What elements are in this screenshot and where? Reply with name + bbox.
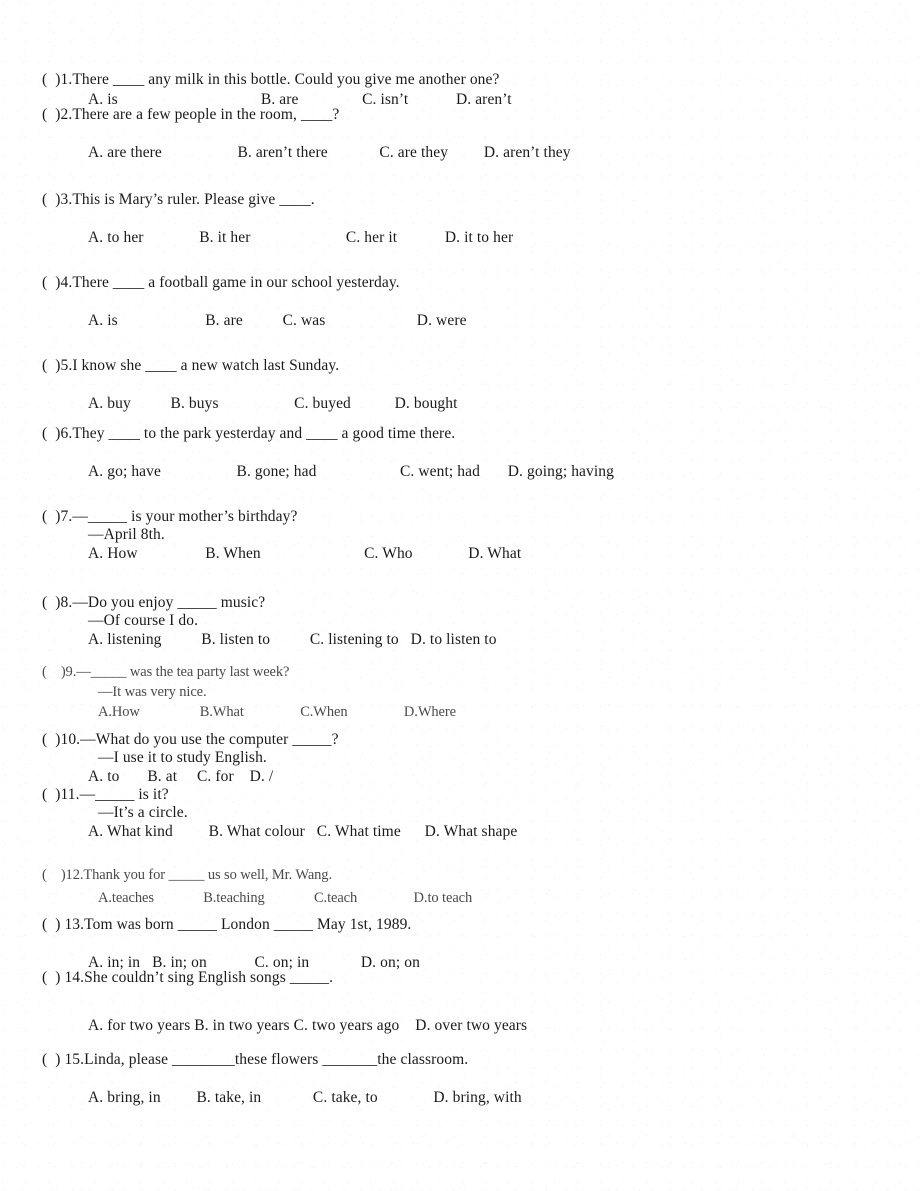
question-block-4: ( )4.There ____ a football game in our s… — [0, 274, 920, 330]
question-options-10: A. to B. at C. for D. / — [88, 767, 274, 785]
question-options-12: A.teaches B.teaching C.teach D.to teach — [98, 890, 473, 907]
question-marker-15: ( ) 15. — [42, 1051, 85, 1068]
question-options-3: A. to her B. it her C. her it D. it to h… — [88, 229, 514, 247]
question-text-7: —_____ is your mother’s birthday? — [72, 508, 298, 525]
question-stem-8: ( )8.—Do you enjoy _____ music? — [0, 594, 920, 611]
question-marker-7: ( )7. — [42, 508, 73, 525]
question-options-9: A.How B.What C.When D.Where — [98, 704, 456, 721]
worksheet-page: ( )1.There ____ any milk in this bottle.… — [0, 0, 920, 1191]
question-stem-6: ( )6.They ____ to the park yesterday and… — [0, 425, 920, 442]
question-block-5: ( )5.I know she ____ a new watch last Su… — [0, 357, 920, 413]
question-text-4: There ____ a football game in our school… — [72, 274, 400, 291]
question-text-1: There ____ any milk in this bottle. Coul… — [72, 71, 500, 88]
question-stem-1: ( )1.There ____ any milk in this bottle.… — [0, 71, 920, 88]
question-marker-4: ( )4. — [42, 274, 73, 291]
question-stem-2: ( )2.There are a few people in the room,… — [0, 106, 920, 123]
question-block-10: ( )10.—What do you use the computer ____… — [0, 731, 920, 785]
question-text-6: They ____ to the park yesterday and ____… — [72, 425, 456, 442]
question-reply-9: —It was very nice. — [98, 684, 207, 701]
question-stem-4: ( )4.There ____ a football game in our s… — [0, 274, 920, 291]
question-text-8: —Do you enjoy _____ music? — [72, 594, 266, 611]
question-block-1: ( )1.There ____ any milk in this bottle.… — [0, 71, 920, 109]
question-block-13: ( ) 13.Tom was born _____ London _____ M… — [0, 916, 920, 972]
question-stem-15: ( ) 15.Linda, please ________these flowe… — [0, 1051, 920, 1068]
question-block-12: ( )12.Thank you for _____ us so well, Mr… — [0, 867, 920, 907]
question-marker-3: ( )3. — [42, 191, 73, 208]
question-marker-2: ( )2. — [42, 106, 73, 123]
question-marker-13: ( ) 13. — [42, 916, 85, 933]
question-options-14: A. for two years B. in two years C. two … — [88, 1017, 528, 1035]
question-options-11: A. What kind B. What colour C. What time… — [88, 822, 518, 840]
question-marker-1: ( )1. — [42, 71, 73, 88]
question-block-2: ( )2.There are a few people in the room,… — [0, 106, 920, 162]
question-reply-10: —I use it to study English. — [98, 749, 267, 767]
question-block-14: ( ) 14.She couldn’t sing English songs _… — [0, 969, 920, 1035]
question-text-9: —_____ was the tea party last week? — [76, 664, 290, 680]
question-marker-5: ( )5. — [42, 357, 73, 374]
question-stem-12: ( )12.Thank you for _____ us so well, Mr… — [0, 867, 920, 883]
question-stem-5: ( )5.I know she ____ a new watch last Su… — [0, 357, 920, 374]
question-text-11: —_____ is it? — [79, 786, 169, 803]
question-stem-13: ( ) 13.Tom was born _____ London _____ M… — [0, 916, 920, 933]
question-text-13: Tom was born _____ London _____ May 1st,… — [84, 916, 412, 933]
question-stem-14: ( ) 14.She couldn’t sing English songs _… — [0, 969, 920, 986]
question-text-14: She couldn’t sing English songs _____. — [84, 969, 334, 986]
question-reply-7: —April 8th. — [88, 526, 165, 544]
question-marker-10: ( )10. — [42, 731, 81, 748]
question-options-15: A. bring, in B. take, in C. take, to D. … — [88, 1089, 522, 1107]
question-options-4: A. is B. are C. was D. were — [88, 312, 467, 330]
question-marker-8: ( )8. — [42, 594, 73, 611]
question-block-3: ( )3.This is Mary’s ruler. Please give _… — [0, 191, 920, 247]
question-stem-7: ( )7.—_____ is your mother’s birthday? — [0, 508, 920, 525]
question-text-15: Linda, please ________these flowers ____… — [84, 1051, 469, 1068]
question-options-6: A. go; have B. gone; had C. went; had D.… — [88, 463, 614, 481]
question-text-10: —What do you use the computer _____? — [80, 731, 339, 748]
question-marker-11: ( )11. — [42, 786, 80, 803]
question-marker-12: ( )12. — [42, 867, 84, 883]
question-text-12: Thank you for _____ us so well, Mr. Wang… — [83, 867, 332, 883]
question-block-9: ( )9.—_____ was the tea party last week?… — [0, 664, 920, 721]
question-options-7: A. How B. When C. Who D. What — [88, 544, 522, 562]
question-reply-8: —Of course I do. — [88, 612, 199, 630]
question-block-11: ( )11.—_____ is it? —It’s a circle. A. W… — [0, 786, 920, 840]
question-block-15: ( ) 15.Linda, please ________these flowe… — [0, 1051, 920, 1107]
question-block-7: ( )7.—_____ is your mother’s birthday? —… — [0, 508, 920, 562]
question-stem-3: ( )3.This is Mary’s ruler. Please give _… — [0, 191, 920, 208]
question-options-8: A. listening B. listen to C. listening t… — [88, 630, 497, 648]
question-options-2: A. are there B. aren’t there C. are they… — [88, 144, 571, 162]
question-text-3: This is Mary’s ruler. Please give ____. — [72, 191, 315, 208]
question-options-5: A. buy B. buys C. buyed D. bought — [88, 395, 458, 413]
question-marker-14: ( ) 14. — [42, 969, 85, 986]
question-reply-11: —It’s a circle. — [98, 804, 188, 822]
question-text-5: I know she ____ a new watch last Sunday. — [72, 357, 340, 374]
question-stem-9: ( )9.—_____ was the tea party last week? — [0, 664, 920, 680]
question-block-6: ( )6.They ____ to the park yesterday and… — [0, 425, 920, 481]
question-marker-6: ( )6. — [42, 425, 73, 442]
question-stem-11: ( )11.—_____ is it? — [0, 786, 920, 803]
question-block-8: ( )8.—Do you enjoy _____ music? —Of cour… — [0, 594, 920, 648]
question-marker-9: ( )9. — [42, 664, 77, 680]
question-text-2: There are a few people in the room, ____… — [72, 106, 340, 123]
question-stem-10: ( )10.—What do you use the computer ____… — [0, 731, 920, 748]
